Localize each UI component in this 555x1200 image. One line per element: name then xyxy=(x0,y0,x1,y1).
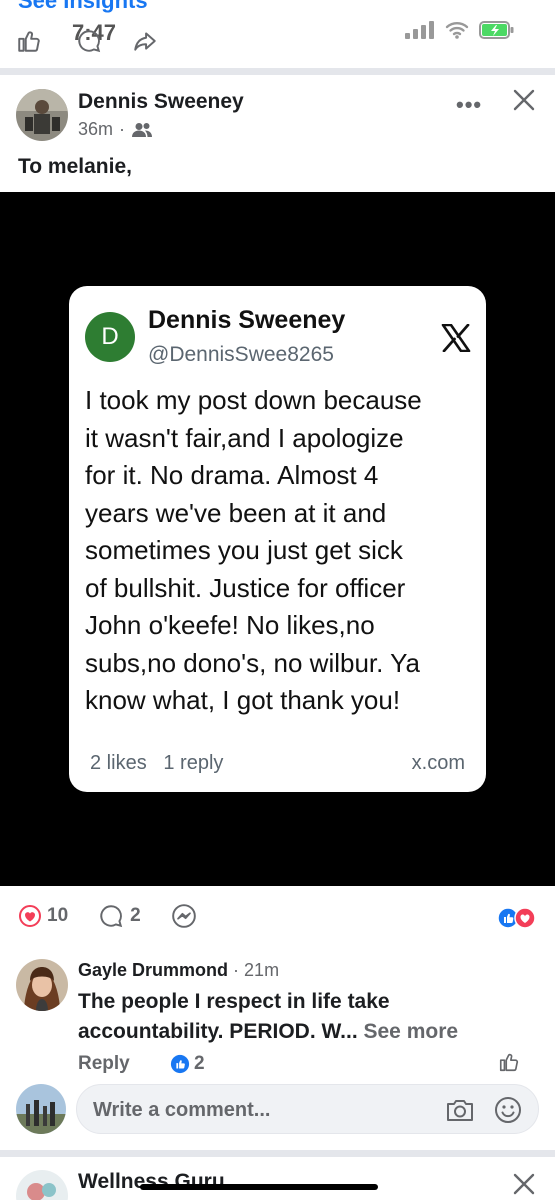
emoji-icon[interactable] xyxy=(493,1095,523,1125)
next-post-avatar[interactable] xyxy=(16,1170,68,1200)
tweet-source: x.com xyxy=(411,752,465,774)
close-icon[interactable] xyxy=(512,88,536,112)
tweet-handle: @DennisSwee8265 xyxy=(148,343,334,366)
tweet-line: subs,no dono's, no wilbur. Ya xyxy=(85,647,421,678)
tweet-line: John o'keefe! No likes,no xyxy=(85,610,375,640)
see-more-link[interactable]: See more xyxy=(364,1020,459,1043)
my-avatar[interactable] xyxy=(16,1084,66,1134)
messenger-icon[interactable] xyxy=(171,903,197,929)
tweet-author-name: Dennis Sweeney xyxy=(148,306,346,334)
comment-author[interactable]: Gayle Drummond · 21m xyxy=(78,960,279,981)
section-divider xyxy=(0,1150,555,1157)
author-avatar[interactable] xyxy=(16,89,68,141)
post-time: 36m xyxy=(78,119,114,139)
wifi-icon xyxy=(445,22,469,39)
comment-input[interactable] xyxy=(93,1085,433,1135)
status-icons xyxy=(405,20,515,40)
friends-icon xyxy=(132,122,153,137)
post-author-name[interactable]: Dennis Sweeney xyxy=(78,90,244,114)
post-text: To melanie, xyxy=(18,155,132,178)
meta-separator: · xyxy=(119,119,126,139)
comment-likes[interactable]: 2 xyxy=(170,1053,205,1075)
tweet-line: know what, I got thank you! xyxy=(85,685,401,715)
signal-icon xyxy=(405,21,434,39)
tweet-line: of bullshit. Justice for officer xyxy=(85,572,406,603)
comment-composer[interactable] xyxy=(76,1084,539,1135)
like-icon[interactable] xyxy=(498,1051,520,1073)
more-dots-icon[interactable]: ••• xyxy=(456,92,482,118)
comment-text: The people I respect in life take accoun… xyxy=(78,987,528,1047)
like-icon[interactable] xyxy=(16,28,42,54)
tweet-body: I took my post down because it wasn't fa… xyxy=(85,382,475,720)
tweet-line: years we've been at it and xyxy=(85,497,387,528)
love-reaction-icon[interactable] xyxy=(18,904,42,928)
tweet-line: for it. No drama. Almost 4 xyxy=(85,460,379,490)
tweet-card[interactable]: D Dennis Sweeney @DennisSwee8265 I took … xyxy=(69,286,486,792)
commenter-avatar[interactable] xyxy=(16,959,68,1011)
camera-icon[interactable] xyxy=(445,1097,475,1123)
comment-time: 21m xyxy=(244,960,280,980)
reaction-count[interactable]: 10 xyxy=(47,905,68,927)
tweet-line: I took my post down because xyxy=(85,385,422,415)
comment-like-count: 2 xyxy=(194,1053,205,1074)
tweet-stats: 2 likes 1 reply xyxy=(90,752,224,774)
like-reaction-icon xyxy=(170,1054,190,1074)
reactions-bar: 10 2 xyxy=(18,903,197,929)
see-insights-link[interactable]: See Insights xyxy=(18,0,148,14)
tweet-avatar: D xyxy=(85,312,135,362)
battery-charging-icon xyxy=(479,21,514,39)
comment-author-name[interactable]: Gayle Drummond xyxy=(78,960,228,980)
comment-body: The people I respect in life take accoun… xyxy=(78,990,390,1043)
share-icon[interactable] xyxy=(132,28,158,54)
comment-reactions[interactable] xyxy=(497,907,536,929)
tweet-line: sometimes you just get sick xyxy=(85,535,403,565)
comment-separator: · xyxy=(233,960,245,980)
close-icon[interactable] xyxy=(512,1172,536,1196)
comment-icon[interactable] xyxy=(98,903,124,929)
post-meta: 36m · xyxy=(78,119,153,140)
reply-button[interactable]: Reply xyxy=(78,1053,130,1075)
home-indicator[interactable] xyxy=(140,1184,378,1190)
tweet-line: it wasn't fair,and I apologize xyxy=(85,422,404,453)
next-post-author[interactable]: Wellness Guru xyxy=(78,1170,225,1194)
love-reaction-icon xyxy=(514,907,536,929)
comment-count[interactable]: 2 xyxy=(130,905,141,927)
x-logo-icon xyxy=(441,324,471,352)
comment-bubble-icon[interactable] xyxy=(76,28,102,54)
section-divider xyxy=(0,68,555,75)
